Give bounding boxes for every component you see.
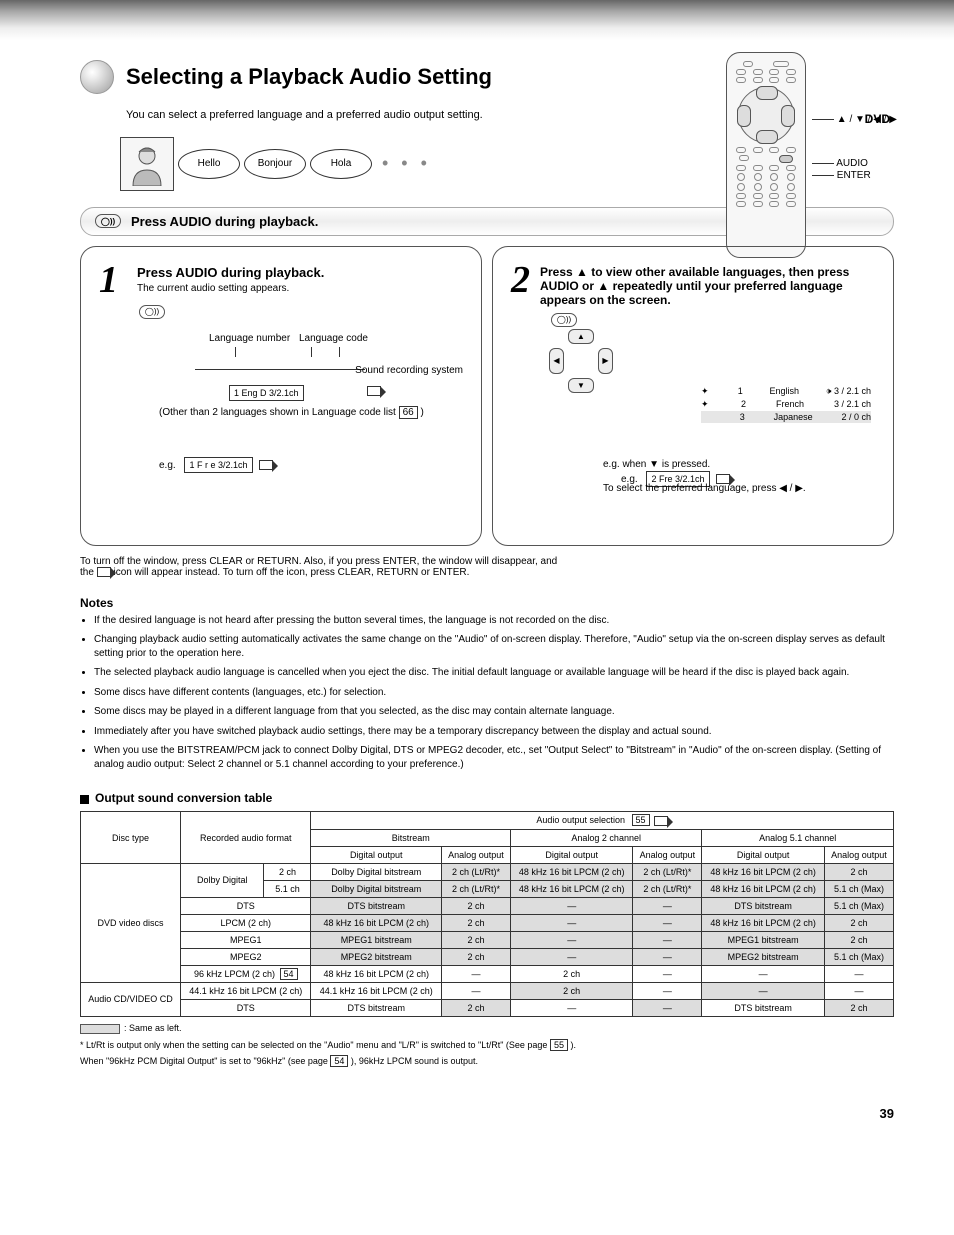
note-item: When you use the BITSTREAM/PCM jack to c… <box>94 744 894 771</box>
step-1-number: 1 <box>99 261 127 299</box>
playback-icon <box>716 474 730 484</box>
audio-pill-icon: ◯)) <box>139 305 165 319</box>
header-gradient <box>0 0 954 40</box>
remote-illustration: ▲ / ▼ / ◀ / ▶ AUDIO ENTER <box>726 52 806 258</box>
note-item: Immediately after you have switched play… <box>94 725 894 739</box>
table-legend: : Same as left. <box>80 1023 894 1034</box>
action-bar-text: Press AUDIO during playback. <box>131 214 318 229</box>
bubble-3: Hola <box>310 149 372 179</box>
close-window-note: To turn off the window, press CLEAR or R… <box>80 556 894 578</box>
note-item: Some discs have different contents (lang… <box>94 686 894 700</box>
lang-list-caption: e.g. when ▼ is pressed. <box>603 459 710 470</box>
audio-button-icon <box>779 155 793 163</box>
osd-diagram: Language number Language code Sound reco… <box>189 339 463 449</box>
bubble-2: Bonjour <box>244 149 306 179</box>
table-footnote: * Lt/Rt is output only when the setting … <box>80 1040 894 1050</box>
notes-heading: Notes <box>80 596 894 610</box>
page-subtitle: You can select a preferred language and … <box>126 108 516 123</box>
page-title: Selecting a Playback Audio Setting <box>126 64 492 90</box>
notes-section: Notes If the desired language is not hea… <box>80 596 894 772</box>
example-prefix: e.g. <box>159 460 176 471</box>
playback-icon <box>259 460 273 470</box>
table-title: Output sound conversion table <box>80 791 894 805</box>
page-number: 39 <box>80 1106 894 1121</box>
note-item: If the desired language is not heard aft… <box>94 614 894 628</box>
person-icon <box>120 137 174 191</box>
output-table: Disc type Recorded audio format Audio ou… <box>80 811 894 1017</box>
step-1-panel: 1 Press AUDIO during playback. The curre… <box>80 246 482 546</box>
callout-enter: ENTER <box>812 170 871 181</box>
note-item: Some discs may be played in a different … <box>94 705 894 719</box>
disc-badge: DVD <box>865 112 890 126</box>
playback-icon <box>367 386 381 396</box>
bubble-1: Hello <box>178 149 240 179</box>
dpad-icon: ▲▼◀▶ <box>551 331 611 391</box>
audio-pill-icon: ◯)) <box>551 313 577 327</box>
playback-icon <box>654 816 668 826</box>
callout-audio: AUDIO <box>812 158 868 169</box>
note-item: The selected playback audio language is … <box>94 666 894 680</box>
note-item: Changing playback audio setting automati… <box>94 633 894 660</box>
sphere-icon <box>80 60 114 94</box>
playback-icon <box>97 567 111 577</box>
language-list: ✦1English🕩 3 / 2.1 ch ✦2French3 / 2.1 ch… <box>701 385 871 423</box>
ellipsis-icon: • • • <box>382 153 431 174</box>
step-1-title: Press AUDIO during playback. <box>137 265 324 280</box>
step-2-panel: 2 Press ▲ to view other available langua… <box>492 246 894 546</box>
dpad-icon <box>738 87 794 143</box>
table-pcm96-note: When "96kHz PCM Digital Output" is set t… <box>80 1056 894 1066</box>
step-1-sub: The current audio setting appears. <box>137 283 324 294</box>
step-2-number: 2 <box>511 261 530 299</box>
enter-button-icon <box>739 155 749 161</box>
select-note: To select the preferred language, press … <box>603 483 833 494</box>
audio-pill-icon: ◯)) <box>95 214 121 228</box>
step-2-title: Press ▲ to view other available language… <box>540 265 875 307</box>
